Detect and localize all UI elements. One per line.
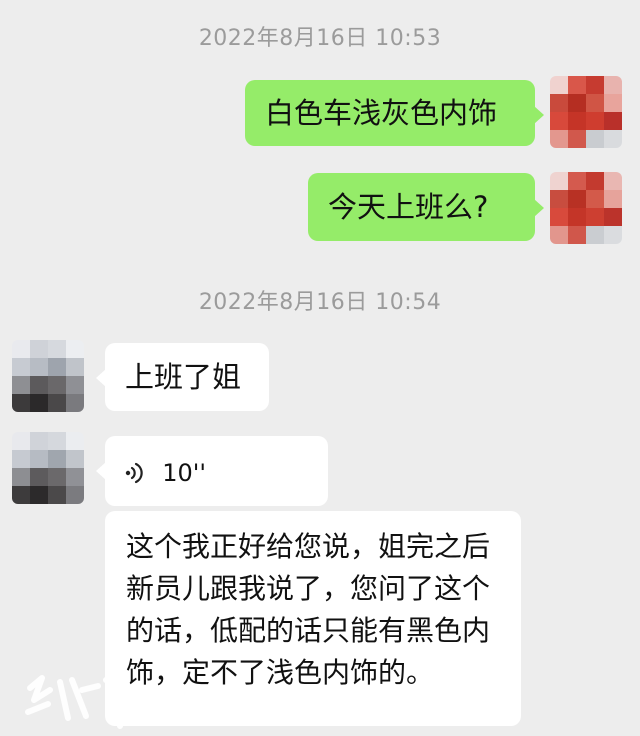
contact-avatar[interactable] bbox=[12, 340, 84, 412]
voice-message-bubble[interactable]: 10'' bbox=[96, 436, 328, 506]
timestamp: 2022年8月16日 10:53 bbox=[198, 26, 442, 51]
sent-message-bubble[interactable]: 白色车浅灰色内饰 bbox=[245, 80, 544, 146]
timestamp: 2022年8月16日 10:54 bbox=[198, 290, 442, 315]
calligraphy-watermark bbox=[25, 675, 183, 729]
my-avatar[interactable] bbox=[550, 76, 622, 148]
voice-duration: 10'' bbox=[162, 459, 206, 487]
voice-wave-icon bbox=[125, 461, 143, 485]
received-message-bubble[interactable]: 上班了姐 bbox=[96, 343, 269, 411]
sent-message-bubble[interactable]: 今天上班么? bbox=[308, 173, 544, 241]
contact-avatar[interactable] bbox=[12, 432, 84, 504]
my-avatar[interactable] bbox=[550, 172, 622, 244]
